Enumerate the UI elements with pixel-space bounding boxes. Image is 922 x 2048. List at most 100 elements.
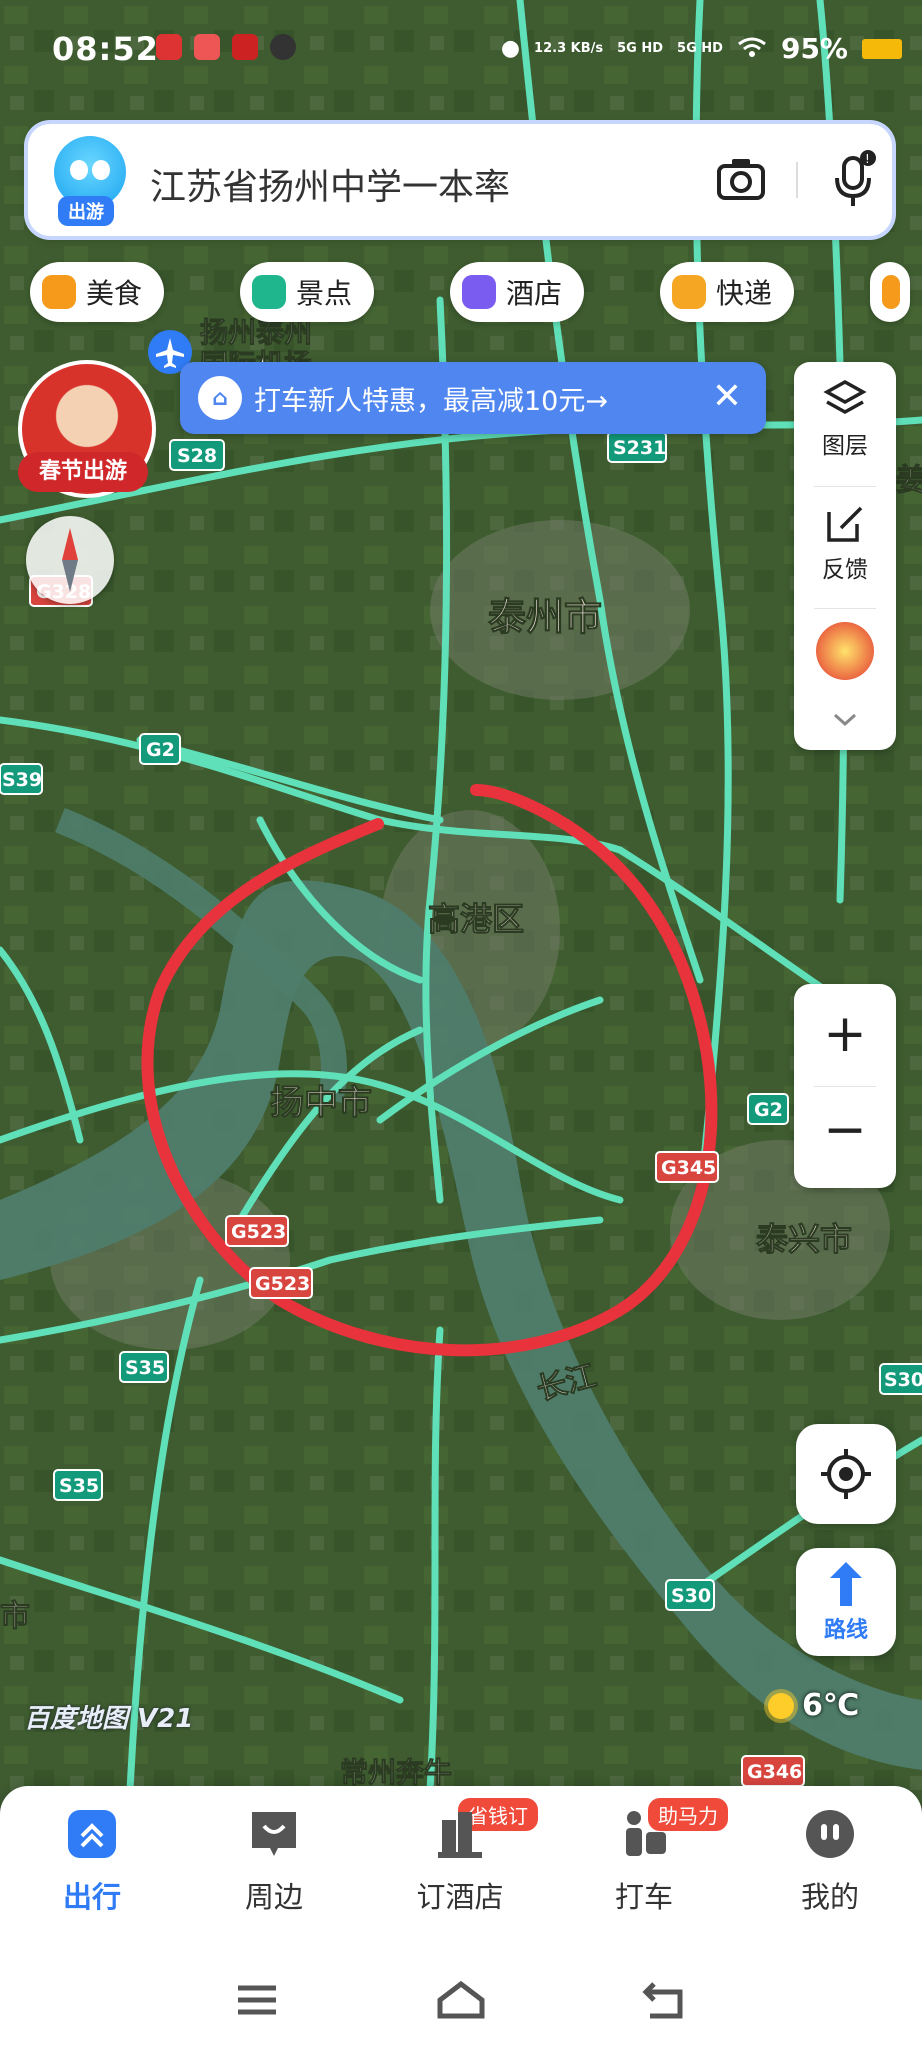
road-shield-g523-b: G523	[249, 1267, 313, 1299]
map-tools-panel: 图层 反馈	[794, 362, 896, 750]
svg-text:G2: G2	[146, 739, 175, 761]
road-shield-s231: S231	[607, 431, 667, 463]
tab-profile[interactable]: 我的	[760, 1808, 900, 1938]
route-arrow-icon	[830, 1562, 862, 1606]
svg-text:S35: S35	[59, 1475, 99, 1497]
zoom-control: + −	[794, 984, 896, 1188]
category-chips: 美食 景点 酒店 快递	[30, 262, 922, 324]
chip-attractions[interactable]: 景点	[240, 262, 375, 322]
road-shield-g346: G346	[741, 1755, 805, 1787]
menu-icon[interactable]	[232, 1978, 282, 2022]
sun-icon	[768, 1692, 794, 1719]
wifi-icon	[737, 32, 767, 65]
compass-button[interactable]	[26, 516, 114, 604]
search-bar[interactable]: 出游 江苏省扬州中学一本率 !	[28, 124, 892, 236]
layers-icon[interactable]	[823, 378, 867, 422]
chip-food[interactable]: 美食	[30, 262, 165, 322]
tab-travel[interactable]: 出行	[22, 1808, 162, 1938]
tab-hotel[interactable]: 省钱订 订酒店	[390, 1798, 538, 1938]
system-navigation-bar	[0, 1956, 922, 2048]
chip-label: 酒店	[506, 277, 563, 310]
status-right: ● 12.3 KB/s 5G HD 5G HD 95%	[501, 32, 902, 65]
spring-festival-badge[interactable]: 春节出游	[18, 452, 148, 492]
temperature: 6℃	[802, 1688, 860, 1723]
feedback-button[interactable]: 反馈	[794, 550, 896, 584]
tab-label: 我的	[800, 1880, 859, 1914]
microphone-icon[interactable]: !	[832, 150, 876, 210]
notification-app-icon	[156, 34, 182, 60]
more-chip-icon	[882, 275, 900, 309]
svg-text:G523: G523	[255, 1273, 310, 1295]
map-watermark: 百度地图 V21	[24, 1704, 194, 1734]
tab-label: 订酒店	[416, 1880, 504, 1914]
route-button[interactable]: 路线	[796, 1548, 896, 1656]
camera-icon[interactable]	[716, 156, 766, 202]
chip-label: 景点	[296, 277, 353, 310]
road-shield-g345: G345	[655, 1151, 719, 1183]
search-divider	[796, 162, 798, 198]
layers-button[interactable]: 图层	[794, 426, 896, 460]
location-target-icon	[821, 1449, 871, 1499]
hotel-icon	[462, 275, 496, 309]
road-shield-s28: S28	[169, 439, 225, 471]
delivery-icon	[672, 275, 706, 309]
svg-text:S30: S30	[671, 1585, 711, 1607]
tab-label: 周边	[244, 1880, 303, 1914]
yangzhong-city-label: 扬中市	[270, 1083, 372, 1123]
location-icon: ●	[500, 36, 521, 61]
svg-text:S231: S231	[613, 437, 666, 459]
chip-delivery[interactable]: 快递	[660, 262, 795, 322]
weather-widget[interactable]: 6℃	[768, 1688, 859, 1723]
chip-label: 快递	[716, 277, 773, 310]
compass-icon	[62, 528, 78, 592]
tab-label: 出行	[62, 1880, 121, 1914]
svg-text:!: !	[865, 152, 870, 166]
chip-label: 美食	[86, 277, 143, 310]
festival-logo-icon[interactable]	[816, 622, 874, 680]
back-icon[interactable]	[640, 1978, 690, 2022]
zoom-in-button[interactable]: +	[794, 1004, 896, 1064]
road-shield-g2-east: G2	[747, 1093, 789, 1125]
svg-text:S39: S39	[2, 769, 42, 791]
notification-app-icon	[194, 34, 220, 60]
message-icon	[270, 34, 296, 60]
landscape-icon	[252, 275, 286, 309]
taxi-person-icon	[618, 1808, 670, 1860]
svg-text:G345: G345	[661, 1157, 716, 1179]
profile-icon	[804, 1808, 856, 1860]
chip-hotel[interactable]: 酒店	[450, 262, 585, 322]
zoom-divider	[814, 1086, 876, 1087]
bottom-navigation: 出行 周边 省钱订 订酒店 助马力 打车 我的	[0, 1786, 922, 1956]
taixing-city-label: 泰兴市	[756, 1220, 852, 1258]
road-shield-s35-a: S35	[119, 1351, 169, 1383]
taizhou-city-label: 泰州市	[488, 595, 602, 639]
search-query[interactable]: 江苏省扬州中学一本率	[150, 158, 510, 210]
gaogang-district-label: 高港区	[428, 900, 524, 938]
road-shield-s30-a: S30	[879, 1363, 922, 1395]
travel-badge: 出游	[58, 196, 114, 226]
svg-text:G346: G346	[747, 1761, 802, 1783]
home-icon[interactable]	[436, 1978, 486, 2022]
map-edge-label-left: 市	[0, 1599, 30, 1634]
chip-more[interactable]	[870, 262, 910, 322]
food-icon	[42, 275, 76, 309]
zoom-out-button[interactable]: −	[794, 1100, 896, 1160]
panel-divider	[814, 486, 876, 487]
feedback-icon[interactable]	[825, 504, 865, 544]
locate-button[interactable]	[796, 1424, 896, 1524]
close-icon[interactable]: ✕	[712, 376, 742, 417]
hotel-building-icon	[434, 1808, 486, 1860]
status-time: 08:52	[52, 30, 159, 68]
tab-taxi[interactable]: 助马力 打车	[574, 1798, 728, 1938]
battery-percent: 95%	[780, 32, 848, 65]
svg-text:S35: S35	[125, 1357, 165, 1379]
road-shield-s35-b: S35	[53, 1469, 103, 1501]
chevron-down-icon[interactable]	[832, 712, 858, 728]
road-shield-g2: G2	[139, 733, 181, 765]
tab-nearby[interactable]: 周边	[204, 1808, 344, 1938]
network-speed: 12.3 KB/s	[534, 40, 604, 56]
road-shield-s30-b: S30	[665, 1579, 715, 1611]
taxi-promo-banner[interactable]: ⌂ 打车新人特惠，最高减10元→ ✕	[180, 362, 766, 434]
tab-label: 打车	[614, 1880, 673, 1914]
notification-app-icon	[232, 34, 258, 60]
